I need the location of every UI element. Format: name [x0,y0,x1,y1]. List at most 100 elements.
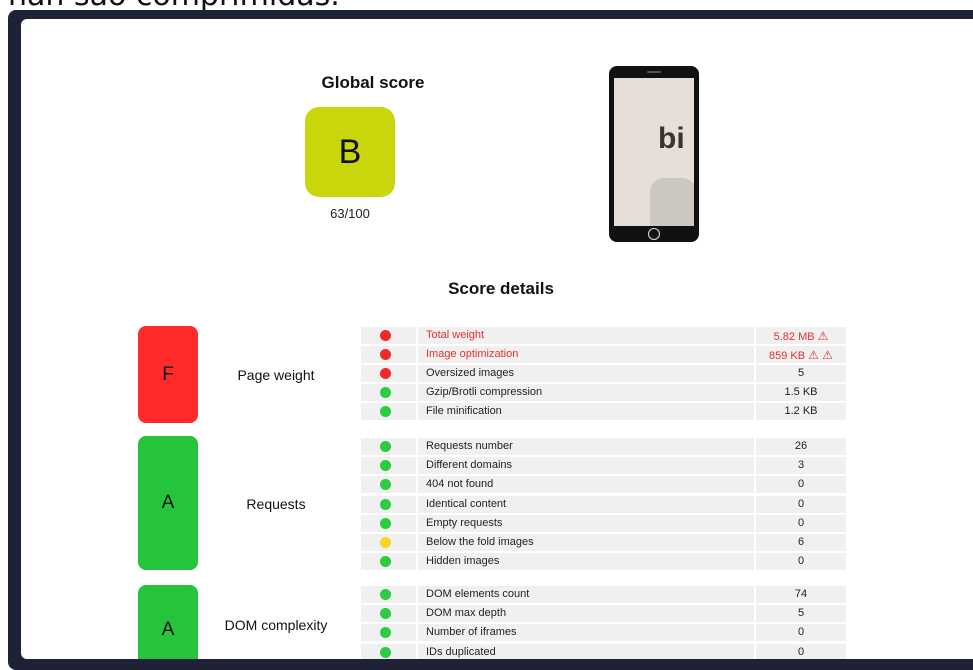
metric-value-cell: 0 [756,476,846,494]
metric-value: 6 [756,536,846,548]
metric-value: 1.5 KB [756,386,846,398]
metric-name: Gzip/Brotli compression [426,386,543,398]
metric-value-text: 5.82 MB [773,331,815,343]
phone-speaker [647,71,661,73]
metric-value: 1.2 KB [756,405,846,417]
metric-value-cell: 5 [756,365,846,382]
status-dot-icon [380,441,391,452]
metric-name-cell: Requests number [418,438,754,455]
metric-value: 0 [756,498,846,510]
status-cell [361,346,416,363]
status-cell [361,457,416,475]
status-dot-icon [380,646,391,658]
metric-name: Identical content [426,497,507,510]
metric-value-cell: 74 [756,586,846,603]
status-dot-icon [380,479,391,491]
requests-grade-badge: A [138,436,198,570]
page-weight-label: Page weight [237,367,315,383]
status-dot-icon [380,537,391,548]
metric-name-cell: Total weight [418,327,754,344]
metric-name-cell: Image optimization [418,346,754,363]
metric-value-text: 0 [797,478,805,491]
phone-screen-image [650,178,694,226]
metric-name: File minification [426,405,502,417]
metric-value: 26 [756,440,846,452]
metric-value: 5 [756,367,846,379]
metric-name-cell: Different domains [418,457,754,475]
metric-value: 3 [756,459,846,471]
metric-value-text: 0 [797,626,805,639]
status-cell [361,327,416,344]
metric-value-text: 74 [794,588,808,600]
metric-name-cell: Hidden images [418,553,754,571]
status-cell [361,495,416,513]
metric-value-cell: 5 [756,605,846,623]
metric-value-cell: 0 [756,553,846,571]
metric-name: Empty requests [426,516,503,529]
metric-name: 404 not found [426,478,494,491]
metric-value: 0 [756,626,846,638]
metric-name-cell: Oversized images [418,365,754,382]
metric-name-cell: Number of iframes [418,624,754,642]
page-weight-grade-badge: F [138,326,198,423]
status-cell [361,534,416,551]
metric-value-cell: 6 [756,534,846,551]
phone-screen-text: bi [658,122,685,155]
metric-value-text: 5 [797,367,805,379]
metric-value: 5 [756,607,846,619]
status-cell [361,605,416,623]
metric-name: Oversized images [426,367,515,379]
metric-name: Different domains [426,459,513,472]
metric-name-cell: DOM max depth [418,605,754,623]
status-dot-icon [380,498,391,510]
phone-screen: bi [614,78,694,226]
metric-value-cell: 3 [756,457,846,475]
phone-home-button-icon [648,228,660,240]
metric-name-cell: Below the fold images [418,534,754,551]
metric-value-cell: 0 [756,495,846,513]
phone-preview: bi [609,66,699,242]
metric-value-text: 1.2 KB [784,405,818,417]
metric-value-cell: 1.5 KB [756,384,846,401]
metric-value-text: 6 [797,536,805,548]
metric-value: 74 [756,588,846,600]
status-dot-icon [380,556,391,568]
metric-value-cell: 859 KB ⚠ ⚠ [756,346,846,363]
metric-name: DOM max depth [426,607,507,620]
metric-value-cell: 0 [756,514,846,532]
metric-value-text: 0 [797,497,805,510]
metric-value-text: 1.5 KB [784,386,818,398]
metric-value-text: 0 [797,516,805,529]
metric-name-cell: 404 not found [418,476,754,494]
status-cell [361,384,416,401]
metric-value: 0 [756,478,846,490]
warning-icon: ⚠ ⚠ [808,348,833,362]
metric-name-cell: File minification [418,403,754,420]
metric-value-cell: 5.82 MB ⚠ [756,327,846,344]
status-dot-icon [380,330,391,341]
metric-name: Requests number [426,440,513,452]
status-cell [361,553,416,571]
status-dot-icon [380,627,391,639]
status-dot-icon [380,406,391,417]
metric-value-cell: 0 [756,643,846,659]
metric-value-text: 3 [797,459,805,472]
status-dot-icon [380,460,391,472]
metric-value: 0 [756,646,846,658]
report-panel: Global score B 63/100 bi Score details F… [21,19,973,659]
metric-value: 0 [756,555,846,567]
score-details-title: Score details [448,279,554,298]
status-cell [361,403,416,420]
metric-name: Image optimization [426,348,519,360]
metric-value: 0 [756,517,846,529]
dom-complexity-label: DOM complexity [224,617,328,633]
status-dot-icon [380,368,391,379]
metric-name: Total weight [426,329,485,341]
warning-icon: ⚠ [817,329,829,343]
status-dot-icon [380,349,391,360]
global-score-title: Global score [321,73,425,92]
global-score-value: 63/100 [330,206,370,221]
metric-name: Number of iframes [426,626,517,639]
status-dot-icon [380,589,391,600]
metric-name: DOM elements count [426,588,530,600]
